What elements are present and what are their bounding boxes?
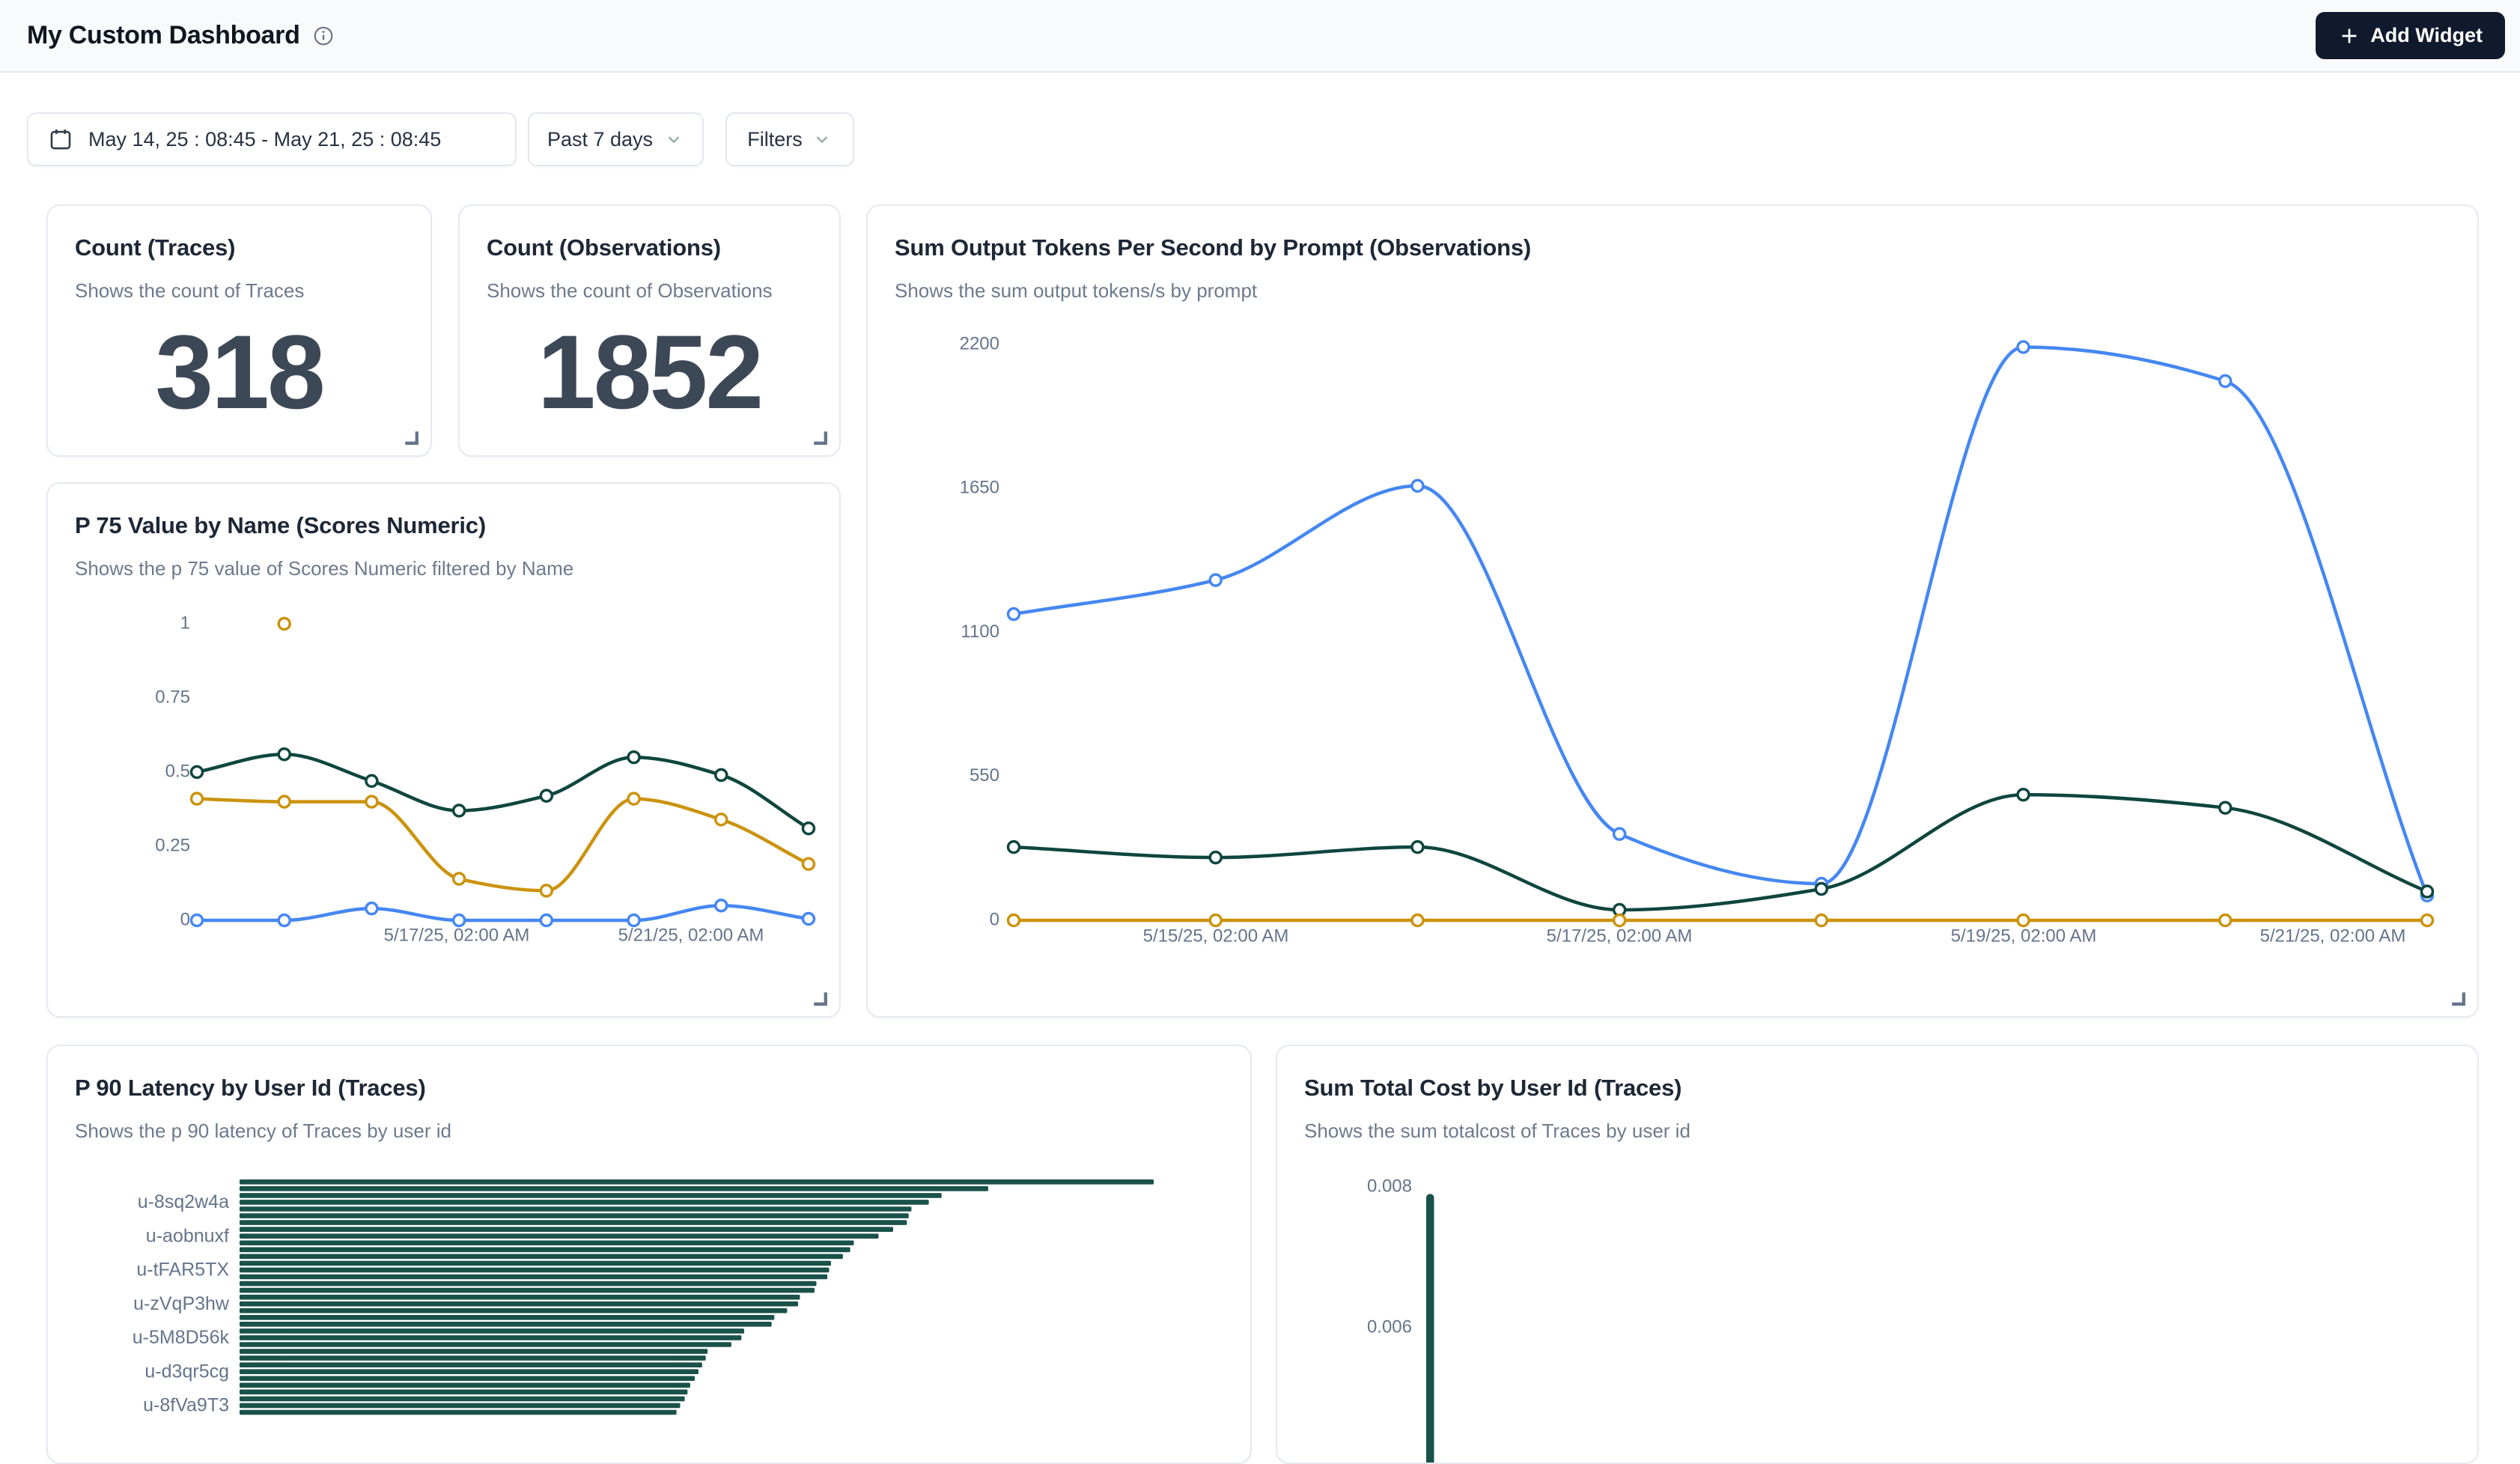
line-chart-p75-by-name[interactable]: 0 0.25 0.5 0.75 1 5/17/25, 02:00 AM 5/21/25, 0… — [48, 484, 841, 1018]
calendar-icon — [48, 127, 73, 152]
svg-text:5/15/25, 02:00 AM: 5/15/25, 02:00 AM — [1143, 926, 1289, 946]
widget-subtitle: Shows the count of Traces — [75, 279, 408, 303]
svg-text:550: 550 — [970, 765, 999, 786]
date-range-picker[interactable]: May 14, 25 : 08:45 - May 21, 25 : 08:45 — [27, 112, 517, 166]
plus-icon — [2338, 25, 2361, 47]
bar-chart-total-cost[interactable]: 0.008 0.006 — [1277, 1046, 2479, 1464]
bar-chart-p90-latency[interactable]: u-8sq2w4a u-aobnuxf u-tFAR5TX u-zVqP3hw u-5M… — [48, 1046, 1252, 1464]
chevron-down-icon — [663, 129, 684, 150]
widget-tokens-by-prompt: Sum Output Tokens Per Second by Prompt (… — [866, 204, 2479, 1018]
chevron-down-icon — [812, 129, 833, 150]
svg-text:u-zVqP3hw: u-zVqP3hw — [133, 1293, 230, 1314]
filters-dropdown[interactable]: Filters — [725, 112, 854, 166]
widget-count-traces: Count (Traces) Shows the count of Traces… — [46, 204, 432, 457]
svg-text:5/21/25, 02:00 AM: 5/21/25, 02:00 AM — [2260, 926, 2406, 946]
svg-text:0: 0 — [990, 909, 999, 929]
svg-text:5/21/25, 02:00 AM: 5/21/25, 02:00 AM — [618, 925, 764, 945]
svg-text:2200: 2200 — [960, 333, 999, 353]
svg-text:5/19/25, 02:00 AM: 5/19/25, 02:00 AM — [1951, 926, 2097, 946]
widget-title: Count (Traces) — [75, 234, 408, 261]
svg-text:u-8sq2w4a: u-8sq2w4a — [138, 1191, 229, 1212]
svg-text:0.5: 0.5 — [165, 761, 190, 781]
top-header-bar: My Custom Dashboard Add Widget — [0, 0, 2520, 73]
dashboard-page: { "header": { "title": "My Custom Dashbo… — [0, 0, 2520, 1408]
svg-text:5/17/25, 02:00 AM: 5/17/25, 02:00 AM — [1547, 926, 1693, 946]
svg-text:u-d3qr5cg: u-d3qr5cg — [144, 1361, 229, 1382]
svg-text:0.75: 0.75 — [155, 687, 190, 707]
svg-text:u-8fVa9T3: u-8fVa9T3 — [143, 1395, 229, 1416]
widget-p90-latency: P 90 Latency by User Id (Traces) Shows t… — [46, 1045, 1252, 1464]
filters-label: Filters — [747, 128, 803, 151]
date-preset-dropdown[interactable]: Past 7 days — [528, 112, 704, 166]
svg-text:u-5M8D56k: u-5M8D56k — [133, 1327, 230, 1348]
add-widget-button[interactable]: Add Widget — [2316, 12, 2505, 59]
svg-text:1: 1 — [180, 613, 190, 633]
widget-title: Count (Observations) — [487, 234, 817, 261]
svg-text:0.25: 0.25 — [155, 835, 190, 855]
page-title: My Custom Dashboard — [27, 21, 300, 50]
resize-handle-icon[interactable] — [811, 989, 829, 1007]
line-chart-tokens-by-prompt[interactable]: 0 550 1100 1650 2200 5/15/25, 02:00 AM 5/17/25… — [868, 206, 2479, 1018]
svg-text:0.008: 0.008 — [1367, 1176, 1412, 1196]
count-observations-value: 1852 — [460, 311, 839, 433]
svg-text:5/17/25, 02:00 AM: 5/17/25, 02:00 AM — [384, 925, 530, 945]
widget-total-cost: Sum Total Cost by User Id (Traces) Shows… — [1276, 1045, 2479, 1464]
resize-handle-icon[interactable] — [811, 428, 829, 446]
svg-text:0: 0 — [180, 909, 190, 929]
add-widget-label: Add Widget — [2370, 24, 2483, 47]
count-traces-value: 318 — [48, 311, 430, 433]
date-range-value: May 14, 25 : 08:45 - May 21, 25 : 08:45 — [88, 128, 441, 151]
widget-p75-by-name: P 75 Value by Name (Scores Numeric) Show… — [46, 482, 841, 1018]
info-icon[interactable] — [312, 25, 335, 47]
svg-text:1100: 1100 — [961, 622, 999, 642]
date-preset-value: Past 7 days — [547, 128, 653, 151]
svg-text:u-aobnuxf: u-aobnuxf — [146, 1225, 229, 1246]
widget-subtitle: Shows the count of Observations — [487, 279, 817, 303]
resize-handle-icon[interactable] — [2449, 989, 2467, 1007]
svg-text:1650: 1650 — [960, 478, 999, 498]
svg-text:u-tFAR5TX: u-tFAR5TX — [136, 1260, 229, 1281]
resize-handle-icon[interactable] — [402, 428, 420, 446]
widget-count-observations: Count (Observations) Shows the count of … — [458, 204, 841, 457]
svg-text:0.006: 0.006 — [1367, 1316, 1412, 1337]
